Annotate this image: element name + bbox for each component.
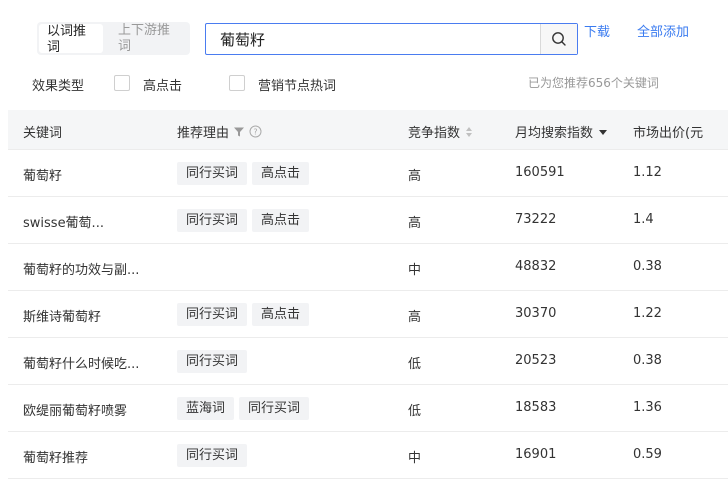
reason-tags: 同行买词 (177, 444, 248, 467)
keyword-cell: 葡萄籽什么时候吃... (23, 357, 140, 372)
market-price-cell: 0.38 (633, 353, 662, 368)
tab-word-to-word[interactable]: 以词推词 (39, 24, 103, 55)
search-button[interactable] (540, 24, 577, 54)
reason-tags: 同行买词 高点击 (177, 162, 310, 185)
download-link[interactable]: 下载 (584, 25, 618, 41)
reason-tag: 同行买词 (177, 162, 248, 185)
col-monthly-search-label: 月均搜索指数 (515, 126, 594, 141)
reason-tag: 高点击 (252, 303, 310, 326)
table-row[interactable]: 斯维诗葡萄籽 同行买词 高点击 高 30370 1.22 (8, 291, 728, 338)
competition-cell: 高 (408, 216, 422, 231)
keyword-cell: swisse葡萄... (23, 216, 104, 231)
tab-upstream-downstream[interactable]: 上下游推词 (110, 22, 180, 55)
monthly-search-cell: 18583 (515, 400, 557, 415)
reason-tag: 同行买词 (177, 350, 248, 373)
filter-icon[interactable] (233, 126, 245, 138)
reason-tag: 高点击 (252, 209, 310, 232)
table-row[interactable]: 葡萄籽的功效与副... 中 48832 0.38 (8, 244, 728, 291)
reason-tag: 同行买词 (177, 209, 248, 232)
col-keyword: 关键词 (23, 126, 63, 141)
table-row[interactable]: 欧缇丽葡萄籽喷雾 蓝海词 同行买词 低 18583 1.36 (8, 385, 728, 432)
help-icon[interactable]: ? (249, 125, 262, 138)
competition-cell: 低 (408, 357, 422, 372)
recommend-count-text: 已为您推荐656个关键词 (528, 76, 659, 90)
reason-tags: 同行买词 高点击 (177, 303, 310, 326)
market-price-cell: 0.59 (633, 447, 662, 462)
reason-tag: 同行买词 (239, 397, 310, 420)
reason-tag: 同行买词 (177, 303, 248, 326)
sort-icon (466, 126, 473, 137)
svg-text:?: ? (253, 128, 257, 137)
search-icon (552, 32, 566, 46)
market-price-cell: 1.36 (633, 400, 662, 415)
table-header: 关键词 推荐理由 ? 竞争指数 月均搜索指数 市场出价(元 (8, 110, 728, 150)
reason-tag: 蓝海词 (177, 397, 235, 420)
add-all-link[interactable]: 全部添加 (637, 25, 697, 41)
keyword-cell: 葡萄籽推荐 (23, 451, 89, 466)
keyword-table: 关键词 推荐理由 ? 竞争指数 月均搜索指数 市场出价(元 葡萄籽 同行买词 高点击… (8, 110, 728, 479)
monthly-search-cell: 48832 (515, 259, 557, 274)
reason-tag: 高点击 (252, 162, 310, 185)
table-row[interactable]: 葡萄籽什么时候吃... 同行买词 低 20523 0.38 (8, 338, 728, 385)
sort-desc-icon (599, 129, 608, 135)
market-price-cell: 1.12 (633, 165, 662, 180)
table-row[interactable]: 葡萄籽 同行买词 高点击 高 160591 1.12 (8, 150, 728, 197)
marketing-hotword-label: 营销节点热词 (258, 79, 337, 94)
keyword-cell: 葡萄籽的功效与副... (23, 263, 140, 278)
keyword-cell: 欧缇丽葡萄籽喷雾 (23, 404, 128, 419)
market-price-cell: 1.22 (633, 306, 662, 321)
reason-tags: 同行买词 (177, 350, 248, 373)
monthly-search-cell: 160591 (515, 165, 565, 180)
high-click-label: 高点击 (143, 79, 183, 94)
market-price-cell: 1.4 (633, 212, 654, 227)
col-competition-label: 竞争指数 (408, 126, 461, 141)
col-reason-label: 推荐理由 (177, 126, 230, 141)
reason-tags: 同行买词 高点击 (177, 209, 310, 232)
reason-tag: 同行买词 (177, 444, 248, 467)
keyword-search-box (205, 23, 578, 55)
competition-cell: 高 (408, 310, 422, 325)
table-row[interactable]: 葡萄籽推荐 同行买词 中 16901 0.59 (8, 432, 728, 479)
marketing-hotword-checkbox[interactable] (229, 75, 245, 91)
keyword-cell: 葡萄籽 (23, 169, 63, 184)
col-competition[interactable]: 竞争指数 (408, 122, 473, 141)
high-click-checkbox[interactable] (114, 75, 130, 91)
effect-type-label: 效果类型 (32, 79, 85, 94)
search-input[interactable] (206, 24, 542, 54)
col-reason: 推荐理由 ? (177, 122, 262, 141)
col-monthly-search[interactable]: 月均搜索指数 (515, 122, 608, 141)
table-row[interactable]: swisse葡萄... 同行买词 高点击 高 73222 1.4 (8, 197, 728, 244)
competition-cell: 中 (408, 451, 422, 466)
competition-cell: 高 (408, 169, 422, 184)
reason-tags: 蓝海词 同行买词 (177, 397, 310, 420)
market-price-cell: 0.38 (633, 259, 662, 274)
competition-cell: 中 (408, 263, 422, 278)
recommend-mode-switch: 以词推词 上下游推词 (37, 22, 190, 55)
col-market-price: 市场出价(元 (633, 126, 704, 141)
monthly-search-cell: 30370 (515, 306, 557, 321)
keyword-cell: 斯维诗葡萄籽 (23, 310, 102, 325)
monthly-search-cell: 20523 (515, 353, 557, 368)
monthly-search-cell: 73222 (515, 212, 557, 227)
monthly-search-cell: 16901 (515, 447, 557, 462)
competition-cell: 低 (408, 404, 422, 419)
